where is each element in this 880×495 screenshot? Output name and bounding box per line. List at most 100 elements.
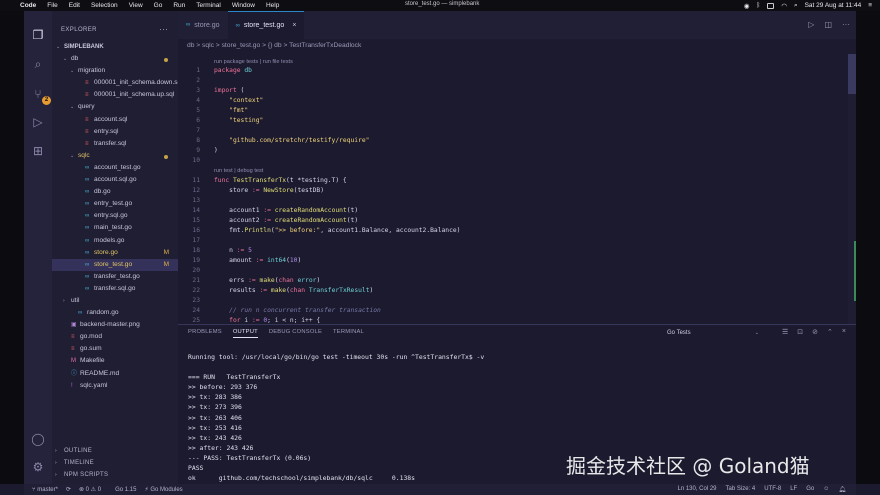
code-line[interactable]: 5 "fmt" <box>178 106 838 116</box>
file-item[interactable]: ▣ backend-master.png <box>52 319 178 331</box>
file-item[interactable]: ≡ 000001_init_schema.down.sql <box>52 77 183 89</box>
file-item[interactable]: ≡ go.sum <box>52 343 178 355</box>
file-item[interactable]: ∞ entry_test.go <box>52 198 178 210</box>
tab-size[interactable]: Tab Size: 4 <box>726 486 756 493</box>
tab-terminal[interactable]: TERMINAL <box>333 329 364 338</box>
code-line[interactable]: 6 "testing" <box>178 116 838 126</box>
code-editor[interactable]: run package tests | run file tests 1 packa… <box>178 54 848 324</box>
scrollbar-thumb[interactable] <box>848 54 856 94</box>
file-item[interactable]: ∞ account_test.go <box>52 162 178 174</box>
search-icon[interactable]: ⌕ <box>794 2 798 10</box>
tab-problems[interactable]: PROBLEMS <box>188 329 222 338</box>
code-line[interactable]: 4 "context" <box>178 96 838 106</box>
menu-selection[interactable]: Selection <box>91 2 118 9</box>
code-line[interactable]: 23 <box>178 296 838 306</box>
file-item[interactable]: ≡ account.sql <box>52 114 178 126</box>
code-line[interactable]: 13 <box>178 196 838 206</box>
sync-icon[interactable]: ⟳ <box>66 486 71 493</box>
maximize-panel-icon[interactable]: ⌃ <box>827 328 833 336</box>
explorer-icon[interactable]: ❐ <box>30 27 46 43</box>
timeline-section[interactable]: › TIMELINE <box>52 460 178 466</box>
output-log[interactable]: Running tool: /usr/local/go/bin/go test … <box>188 352 484 483</box>
folder-item[interactable]: ⌄ sqlc <box>52 150 178 162</box>
breadcrumb[interactable]: db > sqlc > store_test.go > {} db > Test… <box>187 42 361 49</box>
code-line[interactable]: 8 "github.com/stretchr/testify/require" <box>178 136 838 146</box>
menu-view[interactable]: View <box>129 2 143 9</box>
bluetooth-icon[interactable]: ᛒ <box>756 2 760 9</box>
outline-section[interactable]: › OUTLINE <box>52 448 178 454</box>
code-line[interactable]: 9) <box>178 146 838 156</box>
code-line[interactable]: 22 results := make(chan TransferTxResult… <box>178 286 838 296</box>
file-item[interactable]: ∞ transfer.sql.go <box>52 283 178 295</box>
run-debug-icon[interactable]: ▷ <box>30 114 46 130</box>
split-editor-icon[interactable]: ◫ <box>824 20 832 29</box>
folder-item[interactable]: › util <box>52 295 178 307</box>
display-icon[interactable] <box>767 2 775 9</box>
output-channel-select[interactable]: Go Tests ⌄ <box>667 328 759 338</box>
menu-window[interactable]: Window <box>232 2 255 9</box>
file-item[interactable]: ≡ 000001_init_schema.up.sql <box>52 89 178 101</box>
file-item[interactable]: ∞ account.sql.go <box>52 174 178 186</box>
problems-status[interactable]: ⊗ 0 ⚠ 0 <box>79 486 101 493</box>
close-panel-icon[interactable]: × <box>842 328 846 336</box>
code-line[interactable]: 1 package db <box>178 66 838 76</box>
more-actions-icon[interactable]: ··· <box>159 24 168 34</box>
record-icon[interactable]: ◉ <box>744 2 750 10</box>
code-line[interactable]: 14 account1 := createRandomAccount(t) <box>178 206 838 216</box>
file-item[interactable]: ⓘ README.md <box>52 368 178 380</box>
file-item[interactable]: ∞ store_test.go M <box>52 258 178 271</box>
file-item[interactable]: ∞ transfer_test.go <box>52 271 178 283</box>
code-line[interactable]: 12 store := NewStore(testDB) <box>178 186 838 196</box>
code-line[interactable]: 2 <box>178 76 838 86</box>
code-line[interactable]: 17 <box>178 236 838 246</box>
account-icon[interactable]: ◯ <box>30 431 46 447</box>
language-mode[interactable]: Go <box>806 486 814 493</box>
gear-icon[interactable]: ⚙ <box>30 459 46 475</box>
search-icon[interactable]: ⌕ <box>30 56 46 72</box>
wifi-icon[interactable]: ◠ <box>781 2 787 10</box>
file-item[interactable]: ∞ models.go <box>52 235 178 247</box>
code-line[interactable]: 19 amount := int64(10) <box>178 256 838 266</box>
menu-terminal[interactable]: Terminal <box>196 2 221 9</box>
menu-edit[interactable]: Edit <box>69 2 80 9</box>
lock-icon[interactable]: ⊡ <box>797 328 803 336</box>
file-item[interactable]: M Makefile <box>52 355 178 367</box>
more-actions-icon[interactable]: ··· <box>842 20 850 29</box>
file-item[interactable]: ∞ store.go M <box>52 247 178 259</box>
go-version-status[interactable]: Go 1.15 <box>115 487 136 493</box>
code-line[interactable]: 3 import ( <box>178 86 838 96</box>
file-item[interactable]: ∞ main_test.go <box>52 222 178 234</box>
cursor-position[interactable]: Ln 130, Col 29 <box>677 486 716 493</box>
code-line[interactable]: 11 func TestTransferTx(t *testing.T) { <box>178 176 838 186</box>
feedback-icon[interactable]: ☺ <box>823 486 829 493</box>
code-line[interactable]: 21 errs := make(chan error) <box>178 276 838 286</box>
datetime[interactable]: Sat 29 Aug at 11:44 <box>805 2 862 9</box>
tab-debug-console[interactable]: DEBUG CONSOLE <box>269 329 322 338</box>
go-modules-status[interactable]: ⚡ Go Modules <box>144 486 182 493</box>
code-line[interactable]: 15 account2 := createRandomAccount(t) <box>178 216 838 226</box>
code-line[interactable]: 10 <box>178 156 838 166</box>
file-item[interactable]: ≡ entry.sql <box>52 126 178 138</box>
file-item[interactable]: ∞ random.go <box>52 307 178 319</box>
menu-run[interactable]: Run <box>173 2 185 9</box>
file-item[interactable]: ∞ entry.sql.go <box>52 210 178 222</box>
npm-scripts-section[interactable]: › NPM SCRIPTS <box>52 472 178 478</box>
tab-store-test-go[interactable]: ∞ store_test.go × <box>227 11 305 39</box>
code-line[interactable]: 20 <box>178 266 838 276</box>
menu-file[interactable]: File <box>47 2 57 9</box>
file-item[interactable]: ! sqlc.yaml <box>52 380 178 392</box>
menu-go[interactable]: Go <box>154 2 163 9</box>
control-center-icon[interactable]: ≡ <box>868 2 872 9</box>
notifications-icon[interactable]: 🔔︎ <box>838 486 846 493</box>
tab-output[interactable]: OUTPUT <box>232 329 258 338</box>
end-of-line[interactable]: LF <box>790 486 797 493</box>
close-tab-icon[interactable]: × <box>292 22 296 29</box>
folder-item[interactable]: ⌄ query <box>52 101 178 113</box>
branch-status[interactable]: ⑂ master* <box>32 487 58 493</box>
code-line[interactable]: 25 for i := 0; i < n; i++ { <box>178 316 838 325</box>
menu-help[interactable]: Help <box>266 2 279 9</box>
encoding[interactable]: UTF-8 <box>764 486 781 493</box>
folder-item[interactable]: ⌄ SIMPLEBANK <box>52 41 178 53</box>
folder-item[interactable]: ⌄ db <box>52 53 178 65</box>
menu-code[interactable]: Code <box>20 2 36 9</box>
